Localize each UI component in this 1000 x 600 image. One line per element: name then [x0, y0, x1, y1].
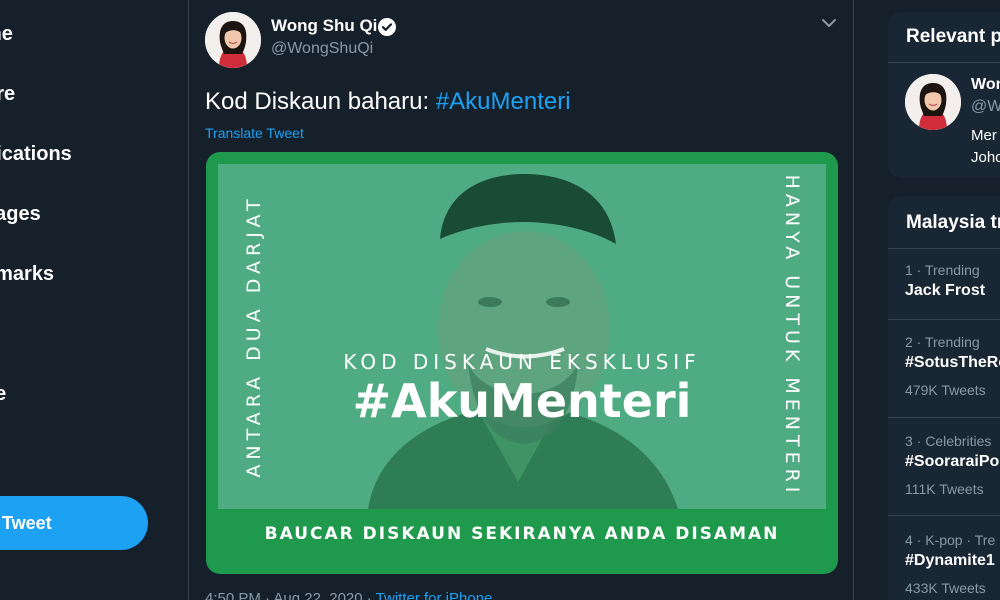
nav-item-home[interactable]: me — [0, 14, 13, 54]
trends-panel: Malaysia trends 1 · Trending Jack Frost … — [888, 196, 1000, 600]
avatar-image — [205, 12, 261, 68]
tweet-detail: Wong Shu Qi @WongShuQi Kod Diskaun bahar… — [188, 0, 854, 600]
trend-count: 479K Tweets — [905, 382, 986, 398]
tweet-button[interactable]: Tweet — [0, 496, 148, 550]
nav-item-profile[interactable]: ile — [0, 374, 6, 414]
tweet-text: Kod Diskaun baharu: #AkuMenteri — [205, 88, 571, 116]
bio-line: Joho — [971, 149, 1000, 166]
tweet-timestamp: 4:50 PM · Aug 22, 2020 · Twitter for iPh… — [205, 590, 492, 600]
trend-name: #Dynamite1 — [905, 552, 995, 569]
nav-item-label: kmarks — [0, 263, 55, 285]
bio-line: Mer — [971, 127, 997, 144]
divider — [888, 248, 1000, 249]
media-poster: ANTARA DUA DARJAT HANYA UNTUK MENTERI KO… — [218, 164, 826, 509]
avatar-image — [905, 74, 961, 130]
user-name[interactable]: Wong Shu Qi — [271, 16, 377, 36]
nav-item-label: me — [0, 23, 13, 45]
right-sidebar: Relevant people Wong Shu Qi @WongShuQi M… — [888, 0, 1000, 600]
relevant-people-panel: Relevant people Wong Shu Qi @WongShuQi M… — [888, 12, 1000, 178]
trends-title: Malaysia trends — [906, 212, 1000, 233]
trend-meta: 2 · Trending — [905, 334, 980, 350]
tweet-text-body: Kod Diskaun baharu: — [205, 88, 436, 115]
tweet-media-image[interactable]: ANTARA DUA DARJAT HANYA UNTUK MENTERI KO… — [206, 152, 838, 574]
trend-name: #SooraraiPo — [905, 453, 1000, 470]
divider — [888, 319, 1000, 320]
translate-tweet-link[interactable]: Translate Tweet — [205, 125, 304, 141]
relevant-user-handle[interactable]: @WongShuQi — [971, 98, 1000, 116]
nav-item-label: sages — [0, 203, 41, 225]
nav-item-messages[interactable]: sages — [0, 194, 41, 234]
trend-meta: 3 · Celebrities — [905, 433, 992, 449]
nav-item-label: ile — [0, 383, 7, 405]
poster-side-text-right: HANYA UNTUK MENTERI — [781, 174, 803, 498]
poster-headline: #AkuMenteri — [352, 374, 692, 428]
verified-badge-icon — [378, 18, 396, 36]
portrait-illustration — [368, 174, 678, 509]
user-handle[interactable]: @WongShuQi — [271, 40, 373, 58]
trend-count: 433K Tweets — [905, 580, 986, 596]
divider — [888, 62, 1000, 63]
relevant-user-bio: Mer Joho — [971, 125, 1000, 169]
poster-side-text-left: ANTARA DUA DARJAT — [243, 194, 265, 478]
poster-footer: BAUCAR DISKAUN SEKIRANYA ANDA DISAMAN — [264, 524, 780, 544]
trend-name: Jack Frost — [905, 282, 986, 299]
nav-item-label: ore — [0, 83, 16, 105]
trend-name: #SotusTheRe — [905, 354, 1000, 371]
nav-item-notifications[interactable]: ifications — [0, 134, 72, 174]
tweet-source[interactable]: Twitter for iPhone — [376, 590, 493, 600]
trend-meta: 1 · Trending — [905, 262, 980, 278]
left-navigation: me ore ifications sages kmarks ile e Twe… — [0, 0, 188, 600]
divider — [888, 417, 1000, 418]
nav-item-explore[interactable]: ore — [0, 74, 15, 114]
avatar[interactable] — [905, 74, 961, 130]
avatar[interactable] — [205, 12, 261, 68]
relevant-people-title: Relevant people — [906, 26, 1000, 47]
nav-item-label: ifications — [0, 143, 72, 165]
hashtag-link[interactable]: #AkuMenteri — [436, 88, 571, 115]
poster-subtitle: KOD DISKAUN EKSKLUSIF — [343, 350, 701, 374]
trend-meta: 4 · K-pop · Tre — [905, 532, 996, 548]
divider — [888, 515, 1000, 516]
tweet-time[interactable]: 4:50 PM · Aug 22, 2020 · — [205, 590, 376, 600]
trend-count: 111K Tweets — [905, 481, 984, 497]
nav-item-bookmarks[interactable]: kmarks — [0, 254, 54, 294]
chevron-down-icon[interactable] — [819, 16, 839, 30]
relevant-user-name[interactable]: Wong Shu Qi — [971, 76, 1000, 94]
